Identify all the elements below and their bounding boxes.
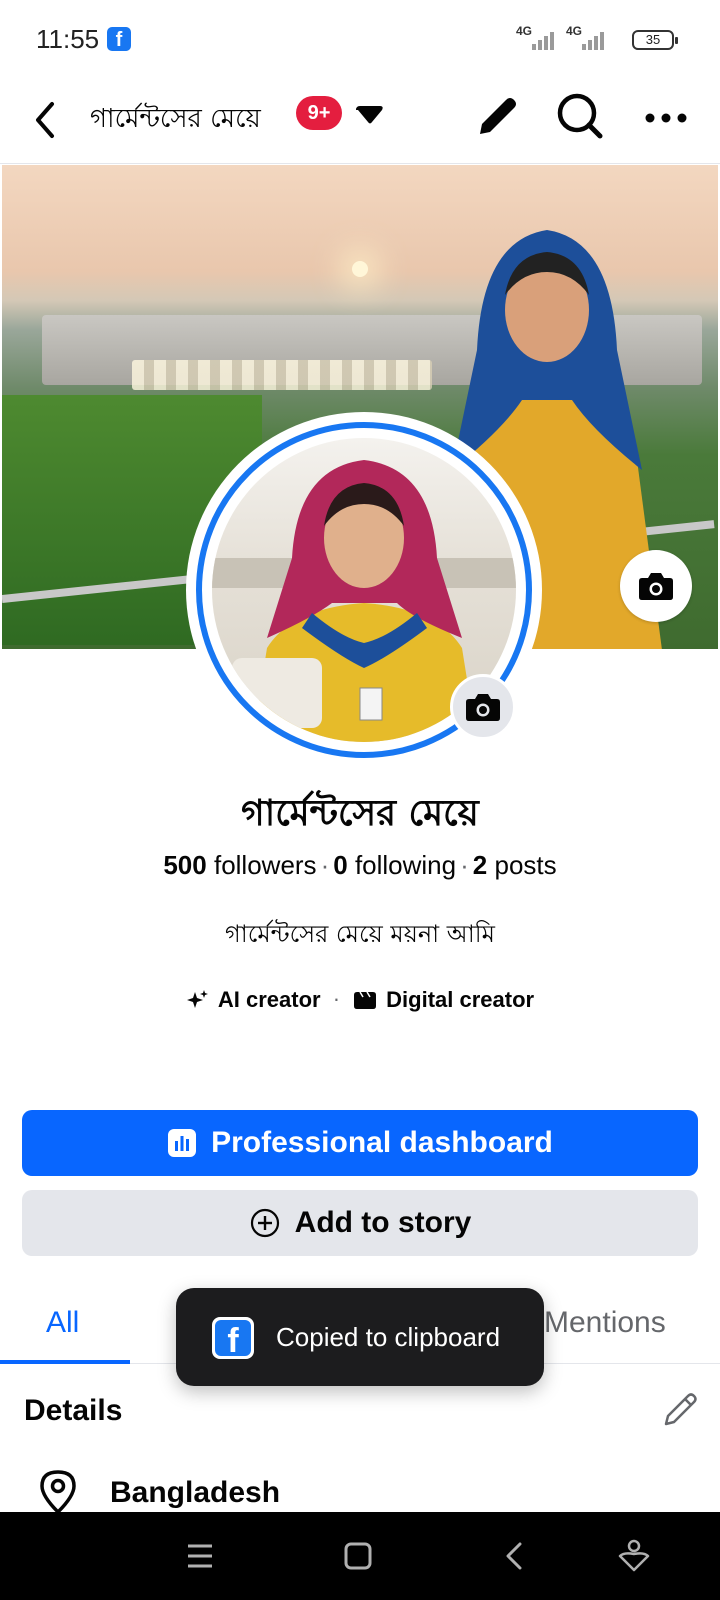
add-to-story-button[interactable]: Add to story (22, 1190, 698, 1256)
search-icon (557, 93, 603, 139)
following-label[interactable]: following (355, 850, 456, 880)
clapperboard-icon (354, 991, 377, 1010)
sparkle-icon (186, 990, 208, 1009)
page-title[interactable]: গার্মেন্টসের মেয়ে (90, 98, 261, 142)
profile-name: গার্মেন্টসের মেয়ে (241, 793, 479, 834)
assistant-button[interactable] (610, 1532, 658, 1580)
system-back-button[interactable] (490, 1532, 538, 1580)
facebook-icon: f (212, 1317, 254, 1360)
chevron-left-icon (506, 1542, 522, 1570)
status-bar: 11:55 f 4G 4G 35 (0, 0, 720, 80)
network-type-1: 4G (516, 24, 533, 38)
more-options-button[interactable] (636, 88, 692, 144)
profile-bio: গার্মেন্টসের মেয়ে ময়না আমি (225, 920, 495, 948)
camera-icon (466, 694, 500, 721)
cover-lights (132, 360, 432, 390)
status-time: 11:55 (36, 24, 100, 54)
facebook-notification-icon: f (107, 27, 131, 51)
active-tab-indicator (0, 1360, 130, 1364)
cover-sun (352, 261, 368, 277)
home-square-icon (344, 1542, 372, 1570)
app-header: গার্মেন্টসের মেয়ে 9+ (0, 80, 720, 164)
professional-dashboard-label: Professional dashboard (211, 1126, 553, 1159)
tab-mentions[interactable]: Mentions (544, 1306, 666, 1340)
profile-stats: 500 followers · 0 following · 2 posts (163, 850, 557, 880)
details-heading: Details (24, 1394, 123, 1427)
caret-down-icon (356, 106, 383, 124)
profile-categories: AI creator · Digital creator (0, 986, 720, 1013)
add-to-story-label: Add to story (294, 1206, 472, 1239)
menu-lines-icon (188, 1544, 212, 1568)
posts-count: 2 (472, 850, 488, 880)
toast-message: Copied to clipboard (276, 1322, 501, 1352)
notification-badge[interactable]: 9+ (296, 96, 342, 130)
tab-all[interactable]: All (46, 1306, 79, 1340)
network-type-2: 4G (566, 24, 583, 38)
clipboard-toast: f Copied to clipboard (176, 1288, 544, 1386)
pencil-icon (480, 98, 516, 134)
category-digital-creator: Digital creator (352, 987, 534, 1013)
back-button[interactable] (26, 90, 86, 150)
edit-profile-button[interactable] (470, 88, 526, 144)
dashboard-chart-icon (168, 1129, 197, 1157)
location-pin-icon (36, 1468, 80, 1516)
signal-icon: 4G (516, 24, 560, 50)
pencil-outline-icon (664, 1393, 697, 1426)
location-text: Bangladesh (110, 1476, 281, 1509)
posts-label: posts (494, 850, 557, 880)
more-dots-icon (645, 113, 687, 123)
professional-dashboard-button[interactable]: Professional dashboard (22, 1110, 698, 1176)
followers-label[interactable]: followers (214, 850, 317, 880)
avatar-camera-button[interactable] (450, 674, 516, 740)
battery-icon: 35 (632, 30, 678, 50)
following-count[interactable]: 0 (333, 850, 347, 880)
cover-camera-button[interactable] (620, 550, 692, 622)
category-label-digital: Digital creator (386, 987, 535, 1013)
followers-count[interactable]: 500 (163, 850, 206, 880)
category-ai-creator: AI creator (186, 987, 321, 1013)
camera-icon (639, 573, 673, 600)
profile-switch-button[interactable] (352, 102, 388, 132)
edit-details-button[interactable] (658, 1388, 702, 1432)
add-circle-icon (250, 1208, 279, 1238)
recent-apps-button[interactable] (176, 1532, 224, 1580)
back-arrow-icon (36, 102, 54, 138)
search-button[interactable] (552, 88, 608, 144)
signal-icon-2: 4G (566, 24, 610, 50)
home-button[interactable] (334, 1532, 382, 1580)
system-nav-bar (0, 1512, 720, 1600)
location-pin-svg (40, 1470, 76, 1515)
assistant-icon (618, 1539, 650, 1572)
category-label-ai: AI creator (217, 987, 321, 1013)
